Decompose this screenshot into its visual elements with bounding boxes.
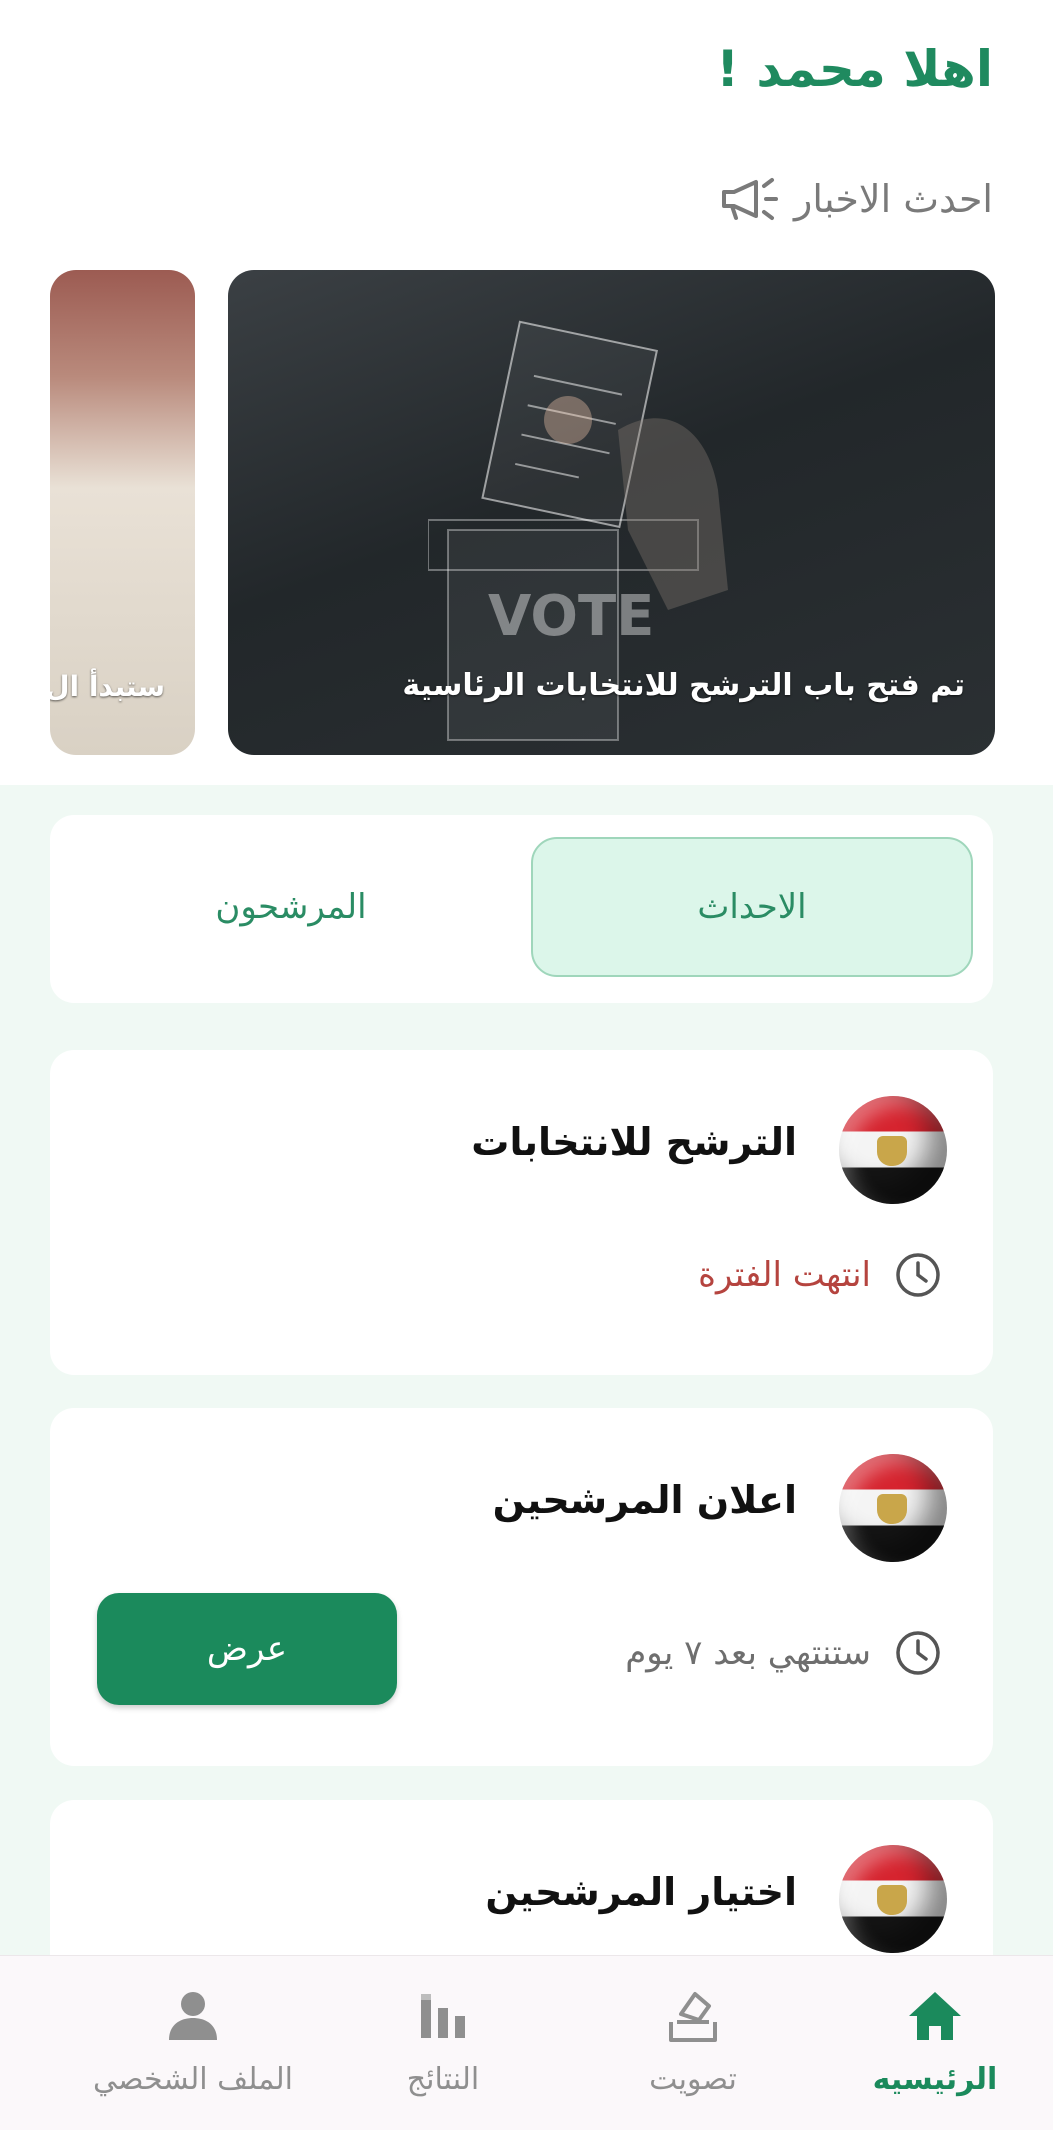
event-status-row: ستنتهي بعد ٧ يوم <box>625 1628 943 1678</box>
news-caption: تم فتح باب الترشح للانتخابات الرئاسية <box>402 668 965 703</box>
greeting-title: اهلا محمد ! <box>716 40 993 98</box>
latest-news-label: احدث الاخبار <box>794 177 993 221</box>
tab-events[interactable]: الاحداث <box>531 837 973 977</box>
event-status-text: انتهت الفترة <box>698 1255 871 1295</box>
news-card-elections[interactable]: VOTE تم فتح باب الترشح للانتخابات الرئاس… <box>228 270 995 755</box>
event-title: الترشح للانتخابات <box>471 1120 797 1164</box>
nav-item-home[interactable]: الرئيسيه <box>825 1986 1045 2097</box>
nav-label-results: النتائج <box>406 2062 480 2097</box>
event-status-text: ستنتهي بعد ٧ يوم <box>625 1633 871 1673</box>
nav-item-results[interactable]: النتائج <box>333 1986 553 2097</box>
nav-label-home: الرئيسيه <box>872 2062 998 2097</box>
view-button[interactable]: عرض <box>97 1593 397 1705</box>
nav-label-vote: تصويت <box>649 2062 737 2097</box>
egypt-flag-avatar <box>839 1845 947 1953</box>
home-icon <box>909 1992 961 2040</box>
news-card-next[interactable]: ستبدأ ال <box>50 270 195 755</box>
latest-news-header: احدث الاخبار <box>716 172 993 226</box>
nav-item-profile[interactable]: الملف الشخصي <box>83 1986 303 2097</box>
egypt-flag-avatar <box>839 1454 947 1562</box>
event-card-nomination[interactable]: الترشح للانتخابات انتهت الفترة <box>50 1050 993 1375</box>
ballot-icon <box>669 1992 717 2042</box>
news-caption: ستبدأ ال <box>50 670 165 703</box>
bottom-navigation: الرئيسيه تصويت النتائج الملف الشخصي <box>0 1955 1053 2130</box>
egypt-flag-avatar <box>839 1096 947 1204</box>
nav-label-profile: الملف الشخصي <box>93 2062 293 2097</box>
clock-icon <box>896 1631 940 1675</box>
profile-icon <box>169 1992 217 2040</box>
tabs-control: الاحداث المرشحون <box>50 815 993 1003</box>
event-status-row: انتهت الفترة <box>698 1250 943 1300</box>
vote-image-text: VOTE <box>488 584 654 649</box>
clock-icon <box>896 1253 940 1297</box>
news-carousel[interactable]: VOTE تم فتح باب الترشح للانتخابات الرئاس… <box>0 270 1053 755</box>
event-card-candidates-announcement[interactable]: اعلان المرشحين ستنتهي بعد ٧ يوم عرض <box>50 1408 993 1766</box>
results-icon <box>421 1994 465 2038</box>
megaphone-icon <box>722 178 779 220</box>
tab-candidates[interactable]: المرشحون <box>70 837 512 977</box>
event-title: اعلان المرشحين <box>492 1478 797 1522</box>
nav-item-vote[interactable]: تصويت <box>583 1986 803 2097</box>
event-title: اختيار المرشحين <box>485 1870 797 1914</box>
